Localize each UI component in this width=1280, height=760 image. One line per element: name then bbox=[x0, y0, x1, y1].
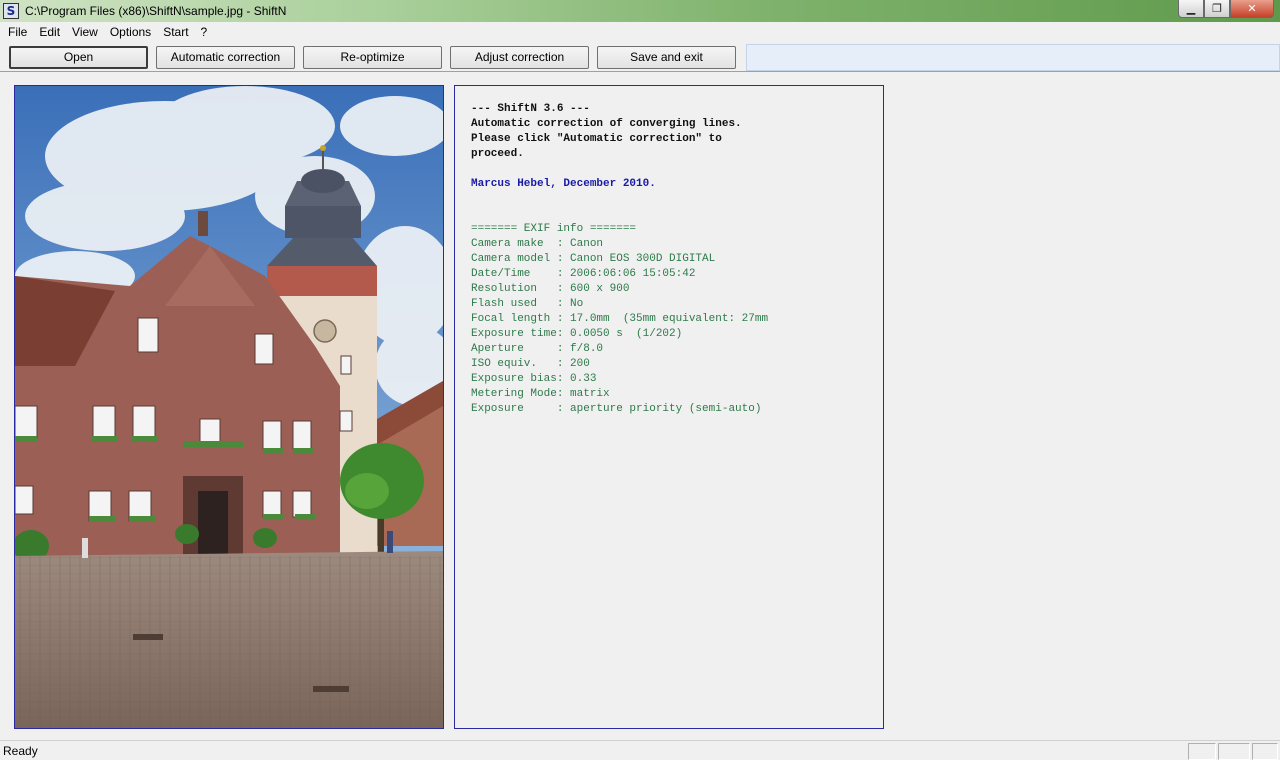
exif-exposure-time: Exposure time: 0.0050 s (1/202) bbox=[471, 328, 683, 340]
status-pane bbox=[1188, 743, 1216, 760]
exif-resolution: Resolution : 600 x 900 bbox=[471, 283, 630, 295]
menu-bar: File Edit View Options Start ? bbox=[0, 22, 1280, 42]
open-button[interactable]: Open bbox=[9, 46, 148, 69]
status-pane bbox=[1218, 743, 1250, 760]
info-panel[interactable]: --- ShiftN 3.6 --- Automatic correction … bbox=[454, 85, 884, 729]
menu-help[interactable]: ? bbox=[195, 22, 214, 42]
save-and-exit-button[interactable]: Save and exit bbox=[597, 46, 736, 69]
exif-iso: ISO equiv. : 200 bbox=[471, 358, 590, 370]
menu-view[interactable]: View bbox=[66, 22, 104, 42]
exif-metering-mode: Metering Mode: matrix bbox=[471, 388, 610, 400]
toolbar: Open Automatic correction Re-optimize Ad… bbox=[0, 42, 1280, 72]
exif-camera-model: Camera model : Canon EOS 300D DIGITAL bbox=[471, 253, 716, 265]
re-optimize-button[interactable]: Re-optimize bbox=[303, 46, 442, 69]
exif-exposure-bias: Exposure bias: 0.33 bbox=[471, 373, 597, 385]
status-bar: Ready bbox=[0, 740, 1280, 760]
author-line: Marcus Hebel, December 2010. bbox=[471, 178, 656, 190]
info-header-line: Automatic correction of converging lines… bbox=[471, 118, 742, 130]
main-area: --- ShiftN 3.6 --- Automatic correction … bbox=[0, 73, 1280, 740]
automatic-correction-button[interactable]: Automatic correction bbox=[156, 46, 295, 69]
exif-aperture: Aperture : f/8.0 bbox=[471, 343, 604, 355]
minimize-button[interactable]: ▁ bbox=[1178, 0, 1204, 18]
window-title: C:\Program Files (x86)\ShiftN\sample.jpg… bbox=[25, 4, 287, 18]
photo-view[interactable] bbox=[14, 85, 444, 729]
status-pane bbox=[1252, 743, 1278, 760]
adjust-correction-button[interactable]: Adjust correction bbox=[450, 46, 589, 69]
building-photo bbox=[15, 86, 443, 728]
info-header-line: proceed. bbox=[471, 148, 524, 160]
status-text: Ready bbox=[3, 744, 38, 758]
exif-title: ======= EXIF info ======= bbox=[471, 223, 637, 235]
menu-options[interactable]: Options bbox=[104, 22, 157, 42]
maximize-button[interactable]: ❐ bbox=[1204, 0, 1230, 18]
close-button[interactable]: ✕ bbox=[1230, 0, 1274, 18]
menu-edit[interactable]: Edit bbox=[33, 22, 66, 42]
exif-camera-make: Camera make : Canon bbox=[471, 238, 604, 250]
app-icon[interactable]: S bbox=[3, 3, 19, 19]
toolbar-empty-area bbox=[746, 44, 1280, 71]
window-controls: ▁ ❐ ✕ bbox=[1178, 0, 1274, 18]
exif-exposure-program: Exposure : aperture priority (semi-auto) bbox=[471, 403, 762, 415]
info-header-line: Please click "Automatic correction" to bbox=[471, 133, 722, 145]
menu-start[interactable]: Start bbox=[157, 22, 194, 42]
title-bar[interactable]: S C:\Program Files (x86)\ShiftN\sample.j… bbox=[0, 0, 1280, 22]
exif-flash: Flash used : No bbox=[471, 298, 584, 310]
info-header-line: --- ShiftN 3.6 --- bbox=[471, 103, 590, 115]
exif-date-time: Date/Time : 2006:06:06 15:05:42 bbox=[471, 268, 696, 280]
exif-focal-length: Focal length : 17.0mm (35mm equivalent: … bbox=[471, 313, 769, 325]
menu-file[interactable]: File bbox=[2, 22, 33, 42]
